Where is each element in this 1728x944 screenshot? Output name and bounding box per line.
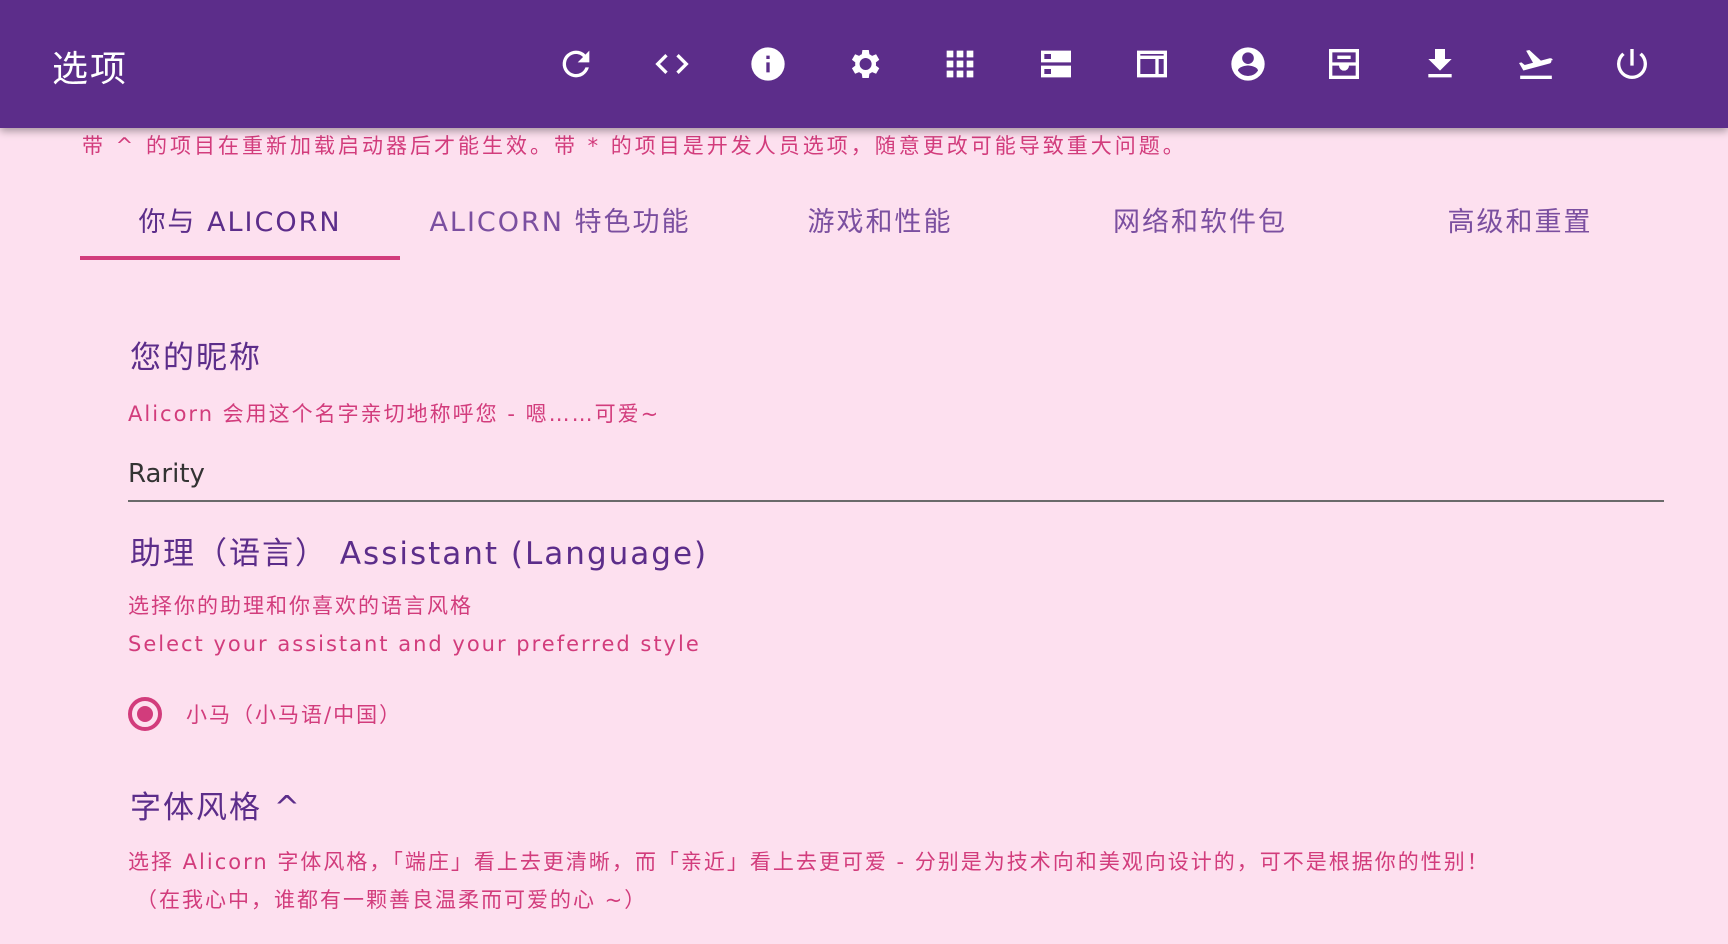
font-style-title: 字体风格 ^ xyxy=(130,790,302,826)
tab-network-packages[interactable]: 网络和软件包 xyxy=(1040,180,1360,258)
nickname-title: 您的昵称 xyxy=(130,340,262,376)
assistant-description-cn: 选择你的助理和你喜欢的语言风格 xyxy=(128,594,473,618)
flight-takeoff-icon[interactable] xyxy=(1514,42,1558,86)
settings-icon[interactable] xyxy=(842,42,886,86)
active-tab-indicator xyxy=(80,256,400,260)
account-icon[interactable] xyxy=(1226,42,1270,86)
power-icon[interactable] xyxy=(1610,42,1654,86)
download-icon[interactable] xyxy=(1418,42,1462,86)
apps-grid-icon[interactable] xyxy=(938,42,982,86)
inbox-icon[interactable] xyxy=(1322,42,1366,86)
info-icon[interactable] xyxy=(746,42,790,86)
radio-label: 小马（小马语/中国） xyxy=(186,703,403,727)
nickname-input[interactable] xyxy=(128,448,1664,502)
web-layout-icon[interactable] xyxy=(1130,42,1174,86)
assistant-option-pony[interactable]: 小马（小马语/中国） xyxy=(128,692,402,736)
tab-you-and-alicorn[interactable]: 你与 ALICORN xyxy=(80,180,400,258)
font-style-description: 选择 Alicorn 字体风格，「端庄」看上去更清晰，而「亲近」看上去更可爱 -… xyxy=(128,850,1490,874)
font-style-note: （在我心中，谁都有一颗善良温柔而可爱的心 ~） xyxy=(136,888,648,912)
radio-button[interactable] xyxy=(128,697,162,731)
page-title: 选项 xyxy=(52,49,129,90)
refresh-icon[interactable] xyxy=(554,42,598,86)
assistant-description-en: Select your assistant and your preferred… xyxy=(128,632,701,656)
notice-text: 带 ^ 的项目在重新加载启动器后才能生效。带 * 的项目是开发人员选项，随意更改… xyxy=(82,134,1187,158)
tab-alicorn-features[interactable]: ALICORN 特色功能 xyxy=(400,180,720,258)
app-bar: 选项 xyxy=(0,0,1728,128)
radio-selected-dot xyxy=(137,706,153,722)
nickname-description: Alicorn 会用这个名字亲切地称呼您 - 嗯……可爱~ xyxy=(128,402,661,426)
assistant-title: 助理（语言） Assistant (Language) xyxy=(130,536,709,572)
tab-advanced-reset[interactable]: 高级和重置 xyxy=(1360,180,1680,258)
storage-icon[interactable] xyxy=(1034,42,1078,86)
tab-bar: 你与 ALICORN ALICORN 特色功能 游戏和性能 网络和软件包 高级和… xyxy=(80,180,1680,260)
code-icon[interactable] xyxy=(650,42,694,86)
tab-game-performance[interactable]: 游戏和性能 xyxy=(720,180,1040,258)
